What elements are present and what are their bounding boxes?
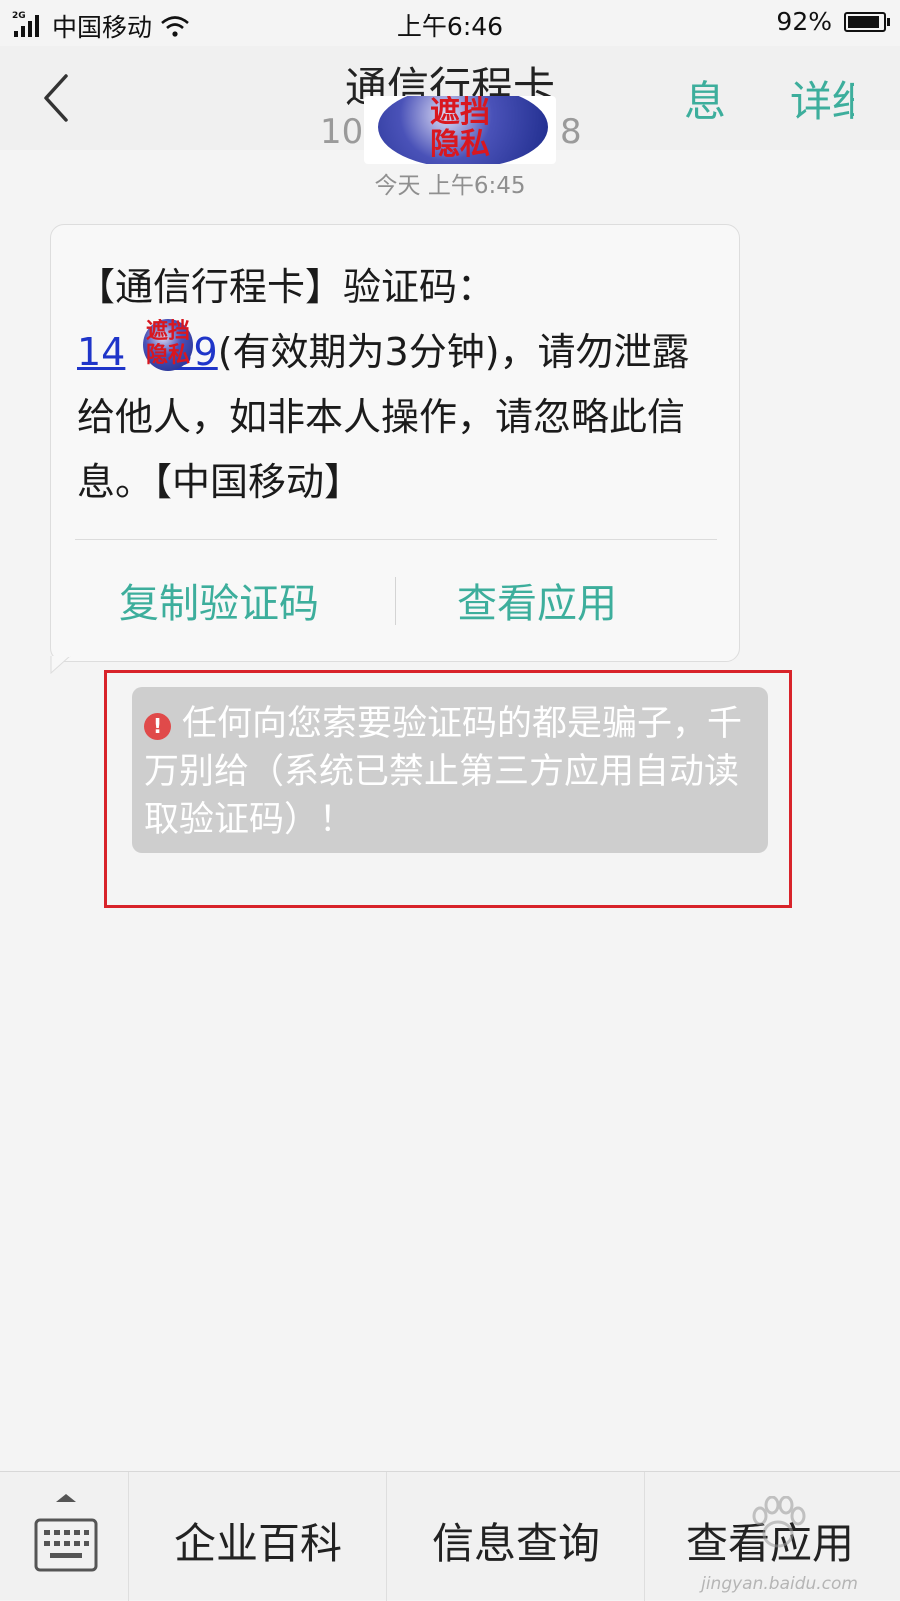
message-timestamp: 今天 上午6:45 (374, 173, 526, 199)
watermark-paw-icon (752, 1496, 806, 1548)
menu-item-info-query[interactable]: 信息查询 (386, 1472, 644, 1601)
battery-icon (844, 11, 890, 32)
privacy-mask-top-text: 遮挡 (430, 96, 490, 130)
keyboard-toggle-button[interactable] (28, 1490, 104, 1584)
watermark-text: jingyan.baidu.com (701, 1574, 858, 1594)
privacy-mask-bottom-text: 隐私 (430, 127, 490, 162)
copy-code-button[interactable]: 复制验证码 (119, 571, 319, 629)
status-time: 上午6:46 (396, 12, 504, 41)
bubble-divider (75, 539, 717, 540)
battery-percent: 92% (776, 7, 832, 36)
status-right: 92% (776, 7, 890, 36)
details-button-clip: 详细 (790, 46, 854, 150)
sender-number-prefix: 10 (320, 112, 364, 152)
scam-warning-text: 任何向您索要验证码的都是骗子，千万别给（系统已禁止第三方应用自动读取验证码）！ (144, 704, 743, 840)
sender-number-suffix: 8 (560, 112, 582, 152)
battery-fill (848, 15, 879, 28)
menu-item-label: 企业百科 (174, 1519, 343, 1568)
status-bar: 2G 中国移动 上午6:46 92% (0, 0, 900, 46)
bubble-tail (50, 656, 71, 674)
view-app-button[interactable]: 查看应用 (457, 571, 617, 629)
code-mask-top-text: 遮挡 (145, 319, 190, 344)
details-button[interactable]: 详细 (790, 68, 854, 129)
message-bubble[interactable]: 【通信行程卡】验证码： 14 39(有效期为3分钟)，请勿泄露给他人，如非本人操作… (50, 224, 740, 662)
action-separator (395, 577, 396, 625)
menu-item-enterprise-encyclopedia[interactable]: 企业百科 (128, 1472, 386, 1601)
code-mask-bottom-text: 隐私 (145, 343, 190, 368)
menu-item-label: 信息查询 (432, 1519, 601, 1568)
info-button[interactable]: 息 (684, 68, 726, 129)
message-line-1: 【通信行程卡】验证码： (77, 265, 496, 309)
code-privacy-mask: 遮挡 隐私 (137, 319, 199, 373)
conversation-header: 通信行程卡 10 8 遮挡 隐私 息 详细 (0, 46, 900, 164)
message-text[interactable]: 【通信行程卡】验证码： 14 39(有效期为3分钟)，请勿泄露给他人，如非本人操作… (77, 255, 717, 515)
privacy-mask-sticker: 遮挡 隐私 (364, 96, 556, 164)
code-prefix: 14 (77, 330, 126, 374)
